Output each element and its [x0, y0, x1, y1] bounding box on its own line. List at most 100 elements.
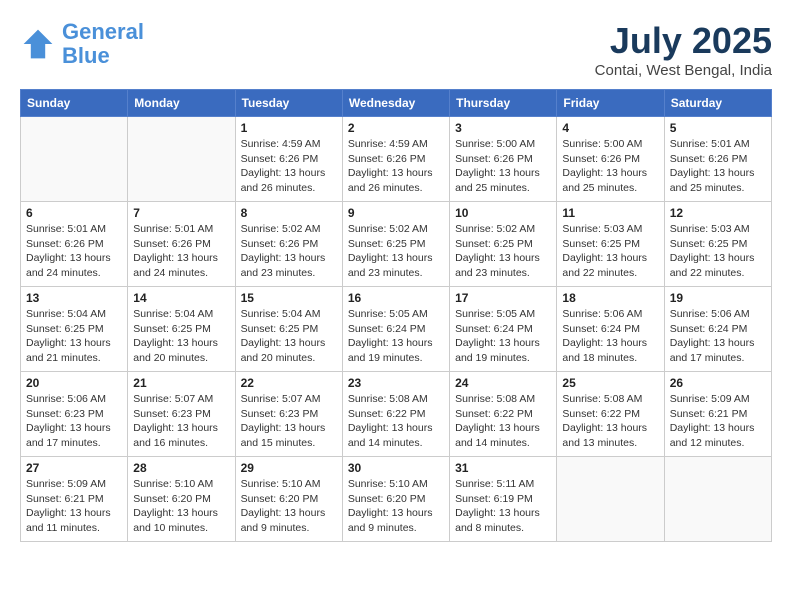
day-info: Sunrise: 5:06 AMSunset: 6:23 PMDaylight:… [26, 392, 122, 451]
day-info: Sunrise: 5:08 AMSunset: 6:22 PMDaylight:… [348, 392, 444, 451]
week-row-1: 1Sunrise: 4:59 AMSunset: 6:26 PMDaylight… [21, 117, 772, 202]
day-number: 23 [348, 376, 444, 390]
calendar-cell: 17 Sunrise: 5:05 AMSunset: 6:24 PMDayligh… [450, 287, 557, 372]
day-info: Sunrise: 5:02 AMSunset: 6:26 PMDaylight:… [241, 222, 337, 281]
calendar-cell: 4 Sunrise: 5:00 AMSunset: 6:26 PMDaylight… [557, 117, 664, 202]
day-info: Sunrise: 5:08 AMSunset: 6:22 PMDaylight:… [562, 392, 658, 451]
calendar-cell: 22Sunrise: 5:07 AMSunset: 6:23 PMDayligh… [235, 372, 342, 457]
day-info: Sunrise: 5:00 AMSunset: 6:26 PMDaylight:… [562, 137, 658, 196]
calendar-cell: 25 Sunrise: 5:08 AMSunset: 6:22 PMDayligh… [557, 372, 664, 457]
calendar-cell: 9Sunrise: 5:02 AMSunset: 6:25 PMDaylight… [342, 202, 449, 287]
day-number: 7 [133, 206, 229, 220]
day-number: 10 [455, 206, 551, 220]
calendar-cell: 28 Sunrise: 5:10 AMSunset: 6:20 PMDayligh… [128, 457, 235, 542]
day-info: Sunrise: 5:09 AMSunset: 6:21 PMDaylight:… [26, 477, 122, 536]
calendar-table: SundayMondayTuesdayWednesdayThursdayFrid… [20, 89, 772, 542]
day-number: 13 [26, 291, 122, 305]
page-header: General Blue July 2025 Contai, West Beng… [20, 20, 772, 79]
day-number: 3 [455, 121, 551, 135]
weekday-header-wednesday: Wednesday [342, 90, 449, 117]
logo-text: General Blue [62, 20, 144, 68]
day-info: Sunrise: 5:05 AMSunset: 6:24 PMDaylight:… [455, 307, 551, 366]
calendar-cell: 1Sunrise: 4:59 AMSunset: 6:26 PMDaylight… [235, 117, 342, 202]
calendar-cell: 11 Sunrise: 5:03 AMSunset: 6:25 PMDayligh… [557, 202, 664, 287]
day-number: 20 [26, 376, 122, 390]
day-info: Sunrise: 5:09 AMSunset: 6:21 PMDaylight:… [670, 392, 766, 451]
calendar-cell [557, 457, 664, 542]
weekday-header-saturday: Saturday [664, 90, 771, 117]
day-info: Sunrise: 5:06 AMSunset: 6:24 PMDaylight:… [562, 307, 658, 366]
day-info: Sunrise: 5:04 AMSunset: 6:25 PMDaylight:… [133, 307, 229, 366]
day-number: 2 [348, 121, 444, 135]
calendar-cell: 23 Sunrise: 5:08 AMSunset: 6:22 PMDayligh… [342, 372, 449, 457]
weekday-header-sunday: Sunday [21, 90, 128, 117]
day-number: 4 [562, 121, 658, 135]
day-info: Sunrise: 4:59 AMSunset: 6:26 PMDaylight:… [241, 137, 337, 196]
calendar-cell: 13 Sunrise: 5:04 AMSunset: 6:25 PMDayligh… [21, 287, 128, 372]
day-number: 6 [26, 206, 122, 220]
day-number: 15 [241, 291, 337, 305]
calendar-cell: 6 Sunrise: 5:01 AMSunset: 6:26 PMDaylight… [21, 202, 128, 287]
calendar-cell: 29 Sunrise: 5:10 AMSunset: 6:20 PMDayligh… [235, 457, 342, 542]
day-number: 14 [133, 291, 229, 305]
day-number: 31 [455, 461, 551, 475]
calendar-cell: 30Sunrise: 5:10 AMSunset: 6:20 PMDayligh… [342, 457, 449, 542]
calendar-cell: 15Sunrise: 5:04 AMSunset: 6:25 PMDayligh… [235, 287, 342, 372]
calendar-cell: 18 Sunrise: 5:06 AMSunset: 6:24 PMDayligh… [557, 287, 664, 372]
day-number: 16 [348, 291, 444, 305]
day-number: 12 [670, 206, 766, 220]
day-info: Sunrise: 5:00 AMSunset: 6:26 PMDaylight:… [455, 137, 551, 196]
day-number: 11 [562, 206, 658, 220]
calendar-cell [128, 117, 235, 202]
day-number: 17 [455, 291, 551, 305]
logo-line1: General [62, 19, 144, 44]
calendar-cell: 16 Sunrise: 5:05 AMSunset: 6:24 PMDayligh… [342, 287, 449, 372]
day-info: Sunrise: 5:06 AMSunset: 6:24 PMDaylight:… [670, 307, 766, 366]
day-info: Sunrise: 5:10 AMSunset: 6:20 PMDaylight:… [133, 477, 229, 536]
day-number: 28 [133, 461, 229, 475]
day-info: Sunrise: 5:07 AMSunset: 6:23 PMDaylight:… [241, 392, 337, 451]
calendar-cell: 2 Sunrise: 4:59 AMSunset: 6:26 PMDaylight… [342, 117, 449, 202]
week-row-4: 20 Sunrise: 5:06 AMSunset: 6:23 PMDayligh… [21, 372, 772, 457]
weekday-header-thursday: Thursday [450, 90, 557, 117]
day-number: 30 [348, 461, 444, 475]
calendar-cell: 3 Sunrise: 5:00 AMSunset: 6:26 PMDaylight… [450, 117, 557, 202]
title-block: July 2025 Contai, West Bengal, India [595, 20, 772, 79]
calendar-cell: 26Sunrise: 5:09 AMSunset: 6:21 PMDayligh… [664, 372, 771, 457]
day-info: Sunrise: 5:04 AMSunset: 6:25 PMDaylight:… [26, 307, 122, 366]
calendar-cell: 21Sunrise: 5:07 AMSunset: 6:23 PMDayligh… [128, 372, 235, 457]
calendar-cell: 7 Sunrise: 5:01 AMSunset: 6:26 PMDaylight… [128, 202, 235, 287]
weekday-header-tuesday: Tuesday [235, 90, 342, 117]
day-info: Sunrise: 5:02 AMSunset: 6:25 PMDaylight:… [348, 222, 444, 281]
calendar-cell: 24Sunrise: 5:08 AMSunset: 6:22 PMDayligh… [450, 372, 557, 457]
day-info: Sunrise: 5:01 AMSunset: 6:26 PMDaylight:… [133, 222, 229, 281]
day-number: 18 [562, 291, 658, 305]
day-info: Sunrise: 5:03 AMSunset: 6:25 PMDaylight:… [670, 222, 766, 281]
day-number: 25 [562, 376, 658, 390]
logo-line2: Blue [62, 43, 110, 68]
day-info: Sunrise: 5:10 AMSunset: 6:20 PMDaylight:… [241, 477, 337, 536]
day-info: Sunrise: 4:59 AMSunset: 6:26 PMDaylight:… [348, 137, 444, 196]
calendar-cell: 31 Sunrise: 5:11 AMSunset: 6:19 PMDayligh… [450, 457, 557, 542]
logo-icon [20, 26, 56, 62]
calendar-cell: 19 Sunrise: 5:06 AMSunset: 6:24 PMDayligh… [664, 287, 771, 372]
day-info: Sunrise: 5:05 AMSunset: 6:24 PMDaylight:… [348, 307, 444, 366]
day-info: Sunrise: 5:07 AMSunset: 6:23 PMDaylight:… [133, 392, 229, 451]
month-title: July 2025 [595, 20, 772, 62]
calendar-cell: 12 Sunrise: 5:03 AMSunset: 6:25 PMDayligh… [664, 202, 771, 287]
day-info: Sunrise: 5:11 AMSunset: 6:19 PMDaylight:… [455, 477, 551, 536]
location: Contai, West Bengal, India [595, 62, 772, 79]
day-number: 29 [241, 461, 337, 475]
calendar-cell: 20 Sunrise: 5:06 AMSunset: 6:23 PMDayligh… [21, 372, 128, 457]
day-info: Sunrise: 5:01 AMSunset: 6:26 PMDaylight:… [26, 222, 122, 281]
day-number: 8 [241, 206, 337, 220]
calendar-cell [21, 117, 128, 202]
calendar-cell: 8 Sunrise: 5:02 AMSunset: 6:26 PMDaylight… [235, 202, 342, 287]
weekday-header-row: SundayMondayTuesdayWednesdayThursdayFrid… [21, 90, 772, 117]
calendar-cell [664, 457, 771, 542]
day-number: 24 [455, 376, 551, 390]
day-info: Sunrise: 5:02 AMSunset: 6:25 PMDaylight:… [455, 222, 551, 281]
day-info: Sunrise: 5:01 AMSunset: 6:26 PMDaylight:… [670, 137, 766, 196]
day-info: Sunrise: 5:03 AMSunset: 6:25 PMDaylight:… [562, 222, 658, 281]
day-number: 19 [670, 291, 766, 305]
